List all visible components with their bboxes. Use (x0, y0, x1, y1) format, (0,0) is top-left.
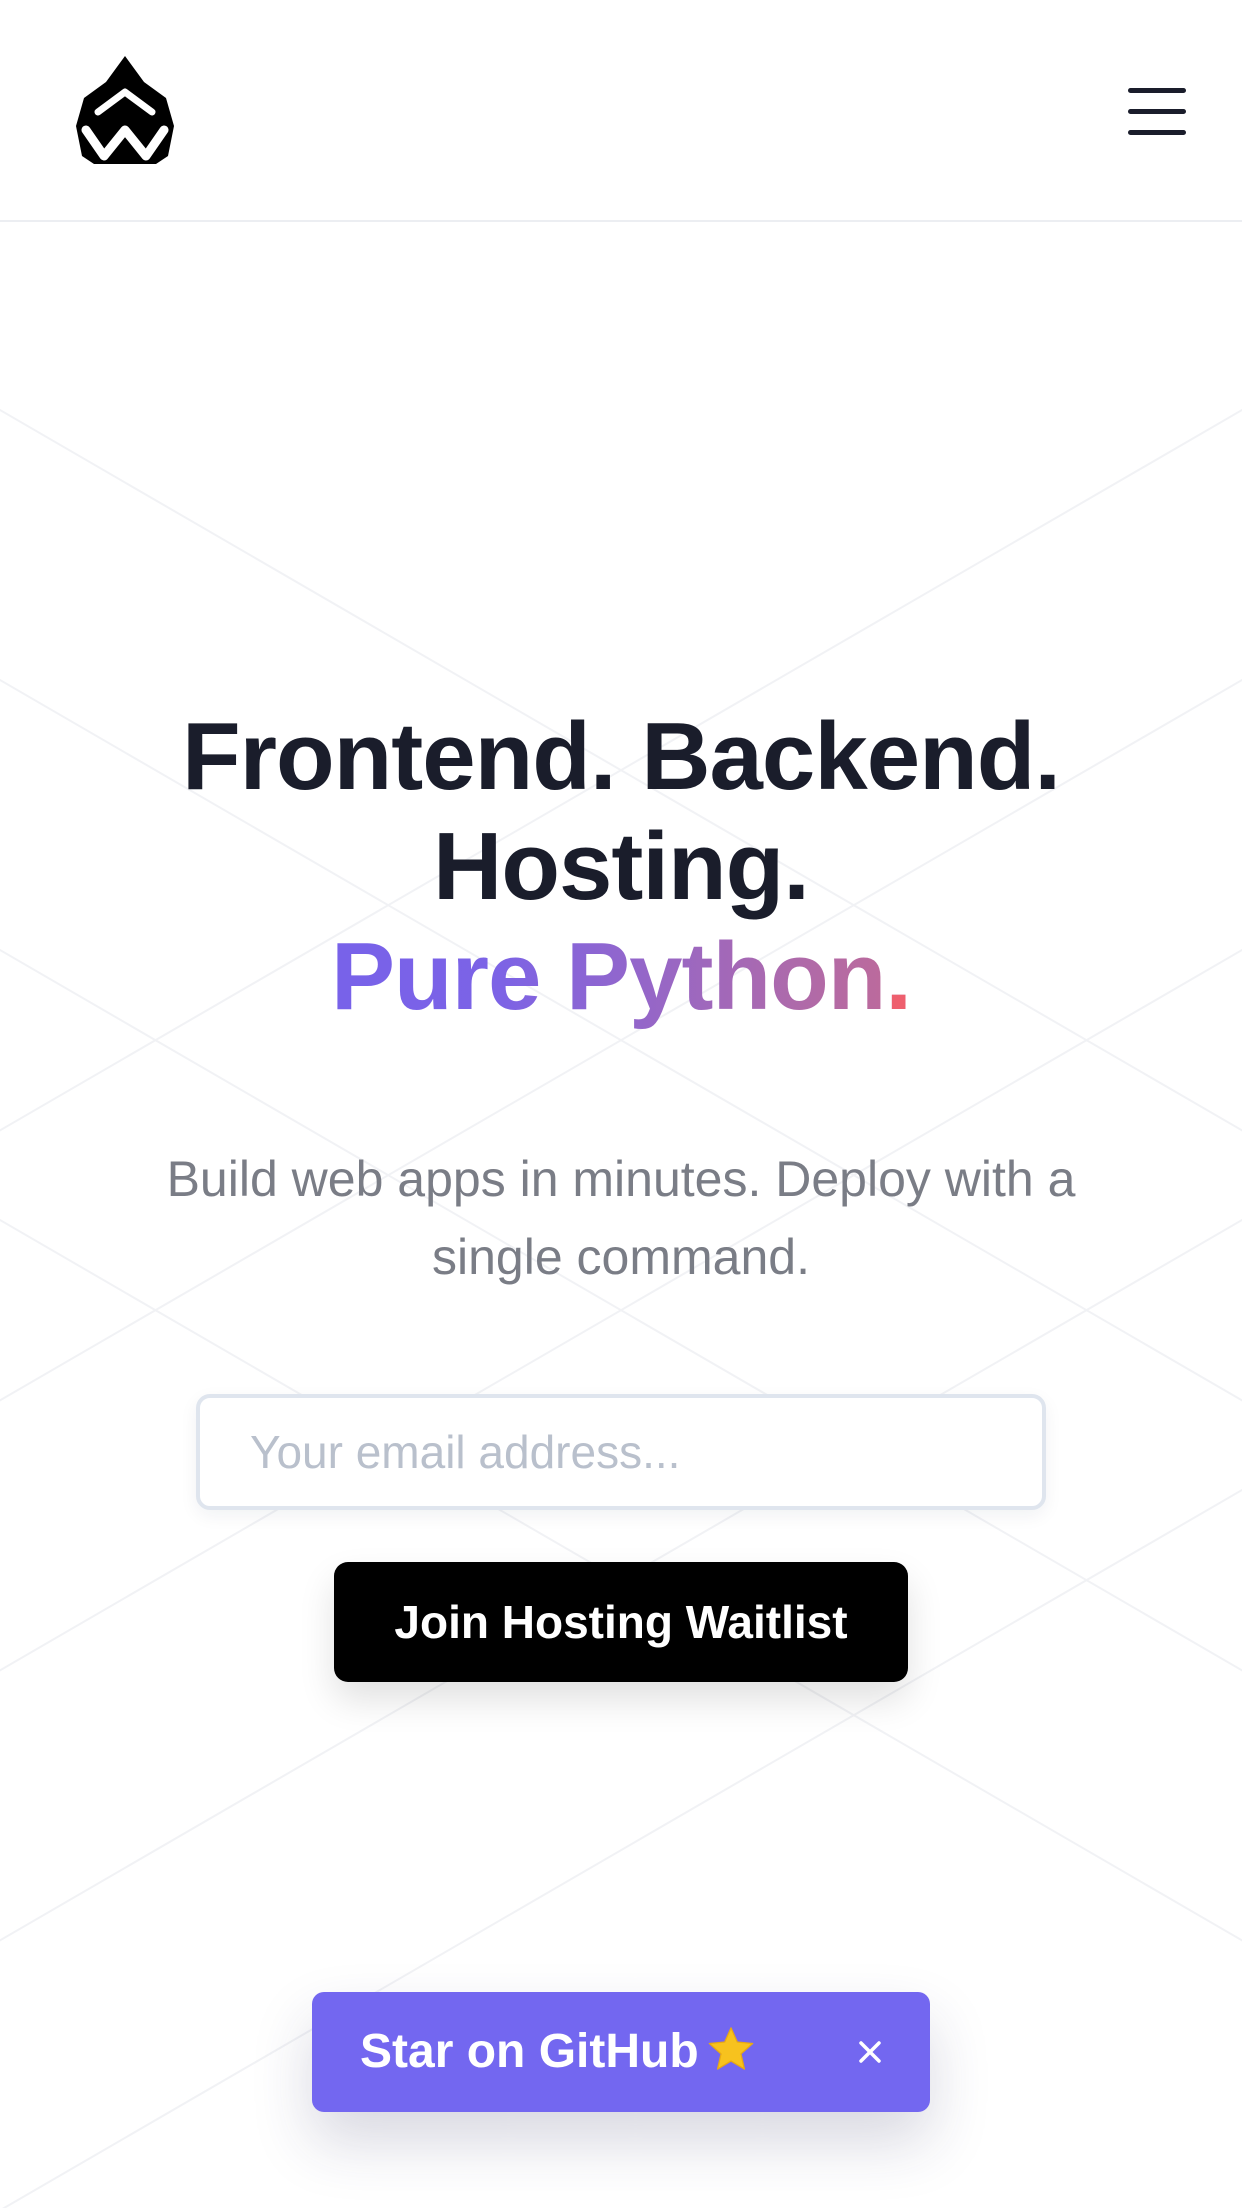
github-star-banner: Star on GitHub (312, 1992, 930, 2112)
menu-bar-top (1128, 88, 1186, 93)
top-navigation-bar (0, 0, 1242, 222)
close-icon[interactable] (840, 2022, 900, 2082)
headline-gradient-text: Pure Python (330, 923, 886, 1030)
join-hosting-waitlist-button[interactable]: Join Hosting Waitlist (334, 1562, 908, 1682)
menu-bar-middle (1128, 109, 1186, 114)
headline-line-1: Frontend. Backend. (181, 703, 1061, 810)
hamburger-menu-icon[interactable] (1124, 86, 1190, 138)
star-on-github-link[interactable]: Star on GitHub (360, 1992, 757, 2112)
headline-line-2: Hosting. (433, 813, 810, 920)
hero-subtitle: Build web apps in minutes. Deploy with a… (166, 1151, 1076, 1285)
reflex-logo-icon[interactable] (74, 54, 176, 166)
star-icon (708, 2027, 753, 2071)
headline-dot: . (885, 923, 912, 1030)
star-on-github-label: Star on GitHub (360, 2025, 699, 2078)
menu-bar-bottom (1128, 130, 1186, 135)
email-input[interactable] (196, 1394, 1046, 1510)
headline-line-3: Pure Python. (0, 922, 1242, 1032)
